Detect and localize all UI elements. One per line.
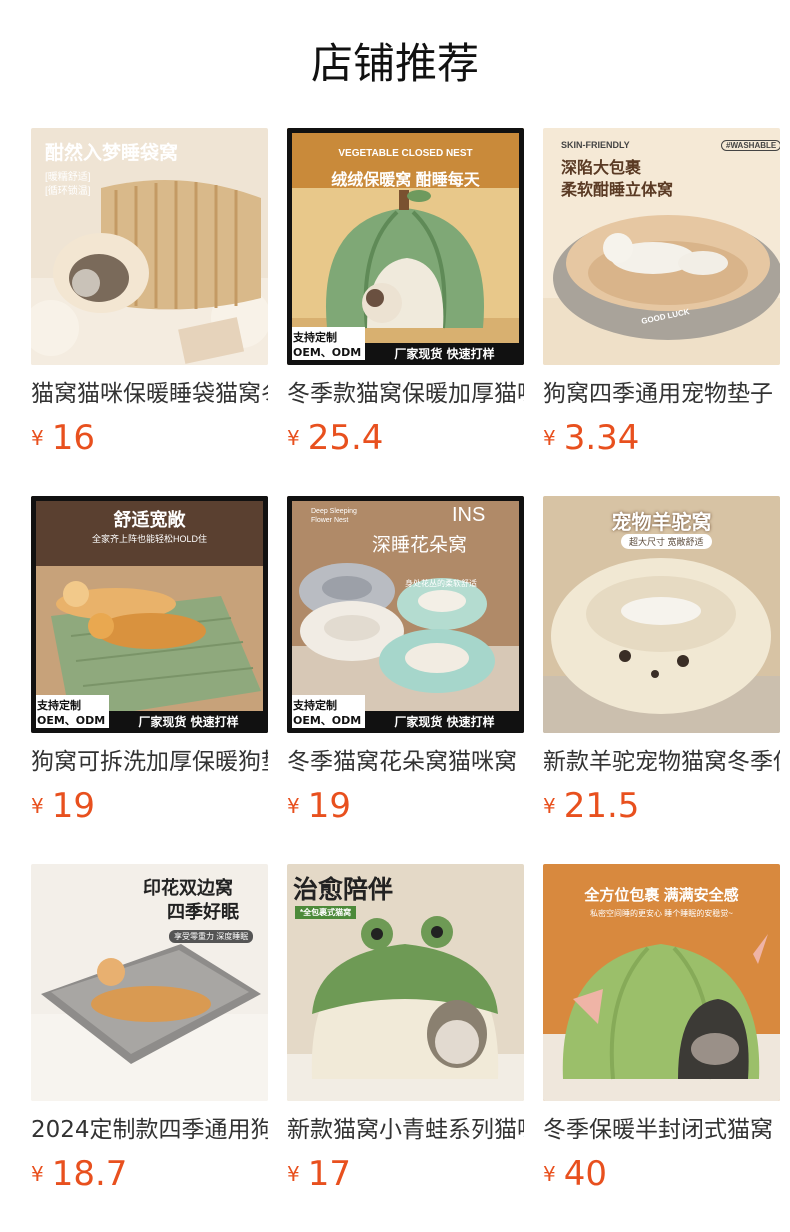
image-subtext: 享受零重力 深度睡眠 bbox=[169, 930, 254, 943]
image-headline: 四季好眠 bbox=[167, 902, 239, 922]
image-headline: 酣然入梦睡袋窝 bbox=[45, 143, 179, 164]
badge-line: OEM、ODM bbox=[293, 346, 362, 359]
product-name[interactable]: 新款猫窝小青蛙系列猫咪窝 bbox=[287, 1110, 524, 1150]
product-price: ¥18.7 bbox=[31, 1152, 127, 1196]
product-price: ¥16 bbox=[31, 416, 95, 460]
product-image-6[interactable]: 宠物羊驼窝 超大尺寸 宽敞舒适 bbox=[543, 496, 780, 733]
custom-badge: 支持定制 OEM、ODM bbox=[31, 695, 109, 733]
product-name[interactable]: 冬季保暖半封闭式猫窝 bbox=[543, 1110, 780, 1150]
product-image-5[interactable]: Deep Sleeping Flower Nest INS 深睡花朵窝 身处花丛… bbox=[287, 496, 524, 733]
product-price: ¥25.4 bbox=[287, 416, 383, 460]
custom-badge: 支持定制 OEM、ODM bbox=[287, 695, 365, 733]
price-value: 19 bbox=[307, 786, 351, 826]
image-toptext: VEGETABLE CLOSED NEST bbox=[338, 148, 473, 159]
product-name[interactable]: 冬季款猫窝保暖加厚猫咪窝 bbox=[287, 374, 524, 414]
product-card-1[interactable]: 酣然入梦睡袋窝 [暖糯舒适] [循环锁温] 猫窝猫咪保暖睡袋猫窝冬季加厚 ¥16 bbox=[31, 128, 268, 458]
image-subtext: *全包裹式猫窝 bbox=[295, 906, 357, 919]
product-card-8[interactable]: 治愈陪伴 *全包裹式猫窝 新款猫窝小青蛙系列猫咪窝 ¥17 bbox=[287, 864, 524, 1194]
product-name[interactable]: 狗窝可拆洗加厚保暖狗垫 bbox=[31, 742, 268, 782]
yen-icon: ¥ bbox=[543, 426, 556, 450]
yen-icon: ¥ bbox=[31, 794, 44, 818]
factory-badge: 厂家现货 快速打样 bbox=[109, 711, 268, 733]
product-price: ¥3.34 bbox=[543, 416, 639, 460]
image-headline: 舒适宽敞 bbox=[113, 510, 186, 530]
badge-line: 支持定制 bbox=[37, 699, 81, 712]
image-subtext: 私密空间睡的更安心 睡个睡眠的安稳觉~ bbox=[590, 909, 733, 918]
price-value: 17 bbox=[307, 1154, 351, 1194]
product-image-7[interactable]: 印花双边窝 四季好眠 享受零重力 深度睡眠 bbox=[31, 864, 268, 1101]
image-headline: 柔软酣睡立体窝 bbox=[561, 182, 674, 199]
product-name[interactable]: 狗窝四季通用宠物垫子 bbox=[543, 374, 780, 414]
image-headline: 宠物羊驼窝 bbox=[611, 512, 712, 534]
product-card-3[interactable]: SKIN-FRIENDLY #WASHABLE 深陷大包裹 柔软酣睡立体窝 GO… bbox=[543, 128, 780, 458]
price-value: 16 bbox=[51, 418, 95, 458]
product-card-9[interactable]: 全方位包裹 满满安全感 私密空间睡的更安心 睡个睡眠的安稳觉~ 冬季保暖半封闭式… bbox=[543, 864, 780, 1194]
product-image-3[interactable]: SKIN-FRIENDLY #WASHABLE 深陷大包裹 柔软酣睡立体窝 GO… bbox=[543, 128, 780, 365]
badge-line: 支持定制 bbox=[293, 699, 337, 712]
factory-badge: 厂家现货 快速打样 bbox=[365, 343, 524, 365]
image-subtext: 身处花丛的柔软舒适 bbox=[405, 579, 477, 588]
image-headline: 全方位包裹 满满安全感 bbox=[584, 887, 739, 904]
product-card-7[interactable]: 印花双边窝 四季好眠 享受零重力 深度睡眠 2024定制款四季通用狗窝 ¥18.… bbox=[31, 864, 268, 1194]
product-price: ¥19 bbox=[31, 784, 95, 828]
image-toptext: Deep Sleeping bbox=[311, 508, 357, 515]
price-value: 19 bbox=[51, 786, 95, 826]
yen-icon: ¥ bbox=[543, 1162, 556, 1186]
product-price: ¥21.5 bbox=[543, 784, 639, 828]
product-price: ¥40 bbox=[543, 1152, 607, 1196]
product-price: ¥19 bbox=[287, 784, 351, 828]
price-value: 40 bbox=[563, 1154, 607, 1194]
price-value: 21.5 bbox=[563, 786, 640, 826]
image-toptext: Flower Nest bbox=[311, 517, 349, 524]
image-headline: 治愈陪伴 bbox=[293, 876, 394, 904]
yen-icon: ¥ bbox=[287, 426, 300, 450]
badge-line: 支持定制 bbox=[293, 331, 337, 344]
image-subtext: 全家齐上阵也能轻松HOLD住 bbox=[91, 534, 207, 544]
product-image-2[interactable]: VEGETABLE CLOSED NEST 绒绒保暖窝 酣睡每天 支持定制 OE… bbox=[287, 128, 524, 365]
custom-badge: 支持定制 OEM、ODM bbox=[287, 327, 365, 365]
product-image-9[interactable]: 全方位包裹 满满安全感 私密空间睡的更安心 睡个睡眠的安稳觉~ bbox=[543, 864, 780, 1101]
factory-badge: 厂家现货 快速打样 bbox=[365, 711, 524, 733]
price-value: 25.4 bbox=[307, 418, 384, 458]
product-card-4[interactable]: 舒适宽敞 全家齐上阵也能轻松HOLD住 支持定制 OEM、ODM 厂家现货 快速… bbox=[31, 496, 268, 826]
badge-line: OEM、ODM bbox=[293, 714, 362, 727]
product-name[interactable]: 新款羊驼宠物猫窝冬季保暖 bbox=[543, 742, 780, 782]
product-card-6[interactable]: 宠物羊驼窝 超大尺寸 宽敞舒适 新款羊驼宠物猫窝冬季保暖 ¥21.5 bbox=[543, 496, 780, 826]
image-subtext: [循环锁温] bbox=[45, 186, 91, 197]
price-value: 18.7 bbox=[51, 1154, 128, 1194]
badge-line: OEM、ODM bbox=[37, 714, 106, 727]
yen-icon: ¥ bbox=[31, 426, 44, 450]
yen-icon: ¥ bbox=[287, 794, 300, 818]
product-name[interactable]: 猫窝猫咪保暖睡袋猫窝冬季加厚 bbox=[31, 374, 268, 414]
product-price: ¥17 bbox=[287, 1152, 351, 1196]
image-tag: #WASHABLE bbox=[721, 140, 780, 151]
product-name[interactable]: 冬季猫窝花朵窝猫咪窝 bbox=[287, 742, 524, 782]
yen-icon: ¥ bbox=[543, 794, 556, 818]
product-card-5[interactable]: Deep Sleeping Flower Nest INS 深睡花朵窝 身处花丛… bbox=[287, 496, 524, 826]
image-headline: 深睡花朵窝 bbox=[372, 535, 468, 556]
yen-icon: ¥ bbox=[287, 1162, 300, 1186]
product-image-1[interactable]: 酣然入梦睡袋窝 [暖糯舒适] [循环锁温] bbox=[31, 128, 268, 365]
price-value: 3.34 bbox=[563, 418, 640, 458]
image-headline: 绒绒保暖窝 酣睡每天 bbox=[331, 172, 480, 189]
product-name[interactable]: 2024定制款四季通用狗窝 bbox=[31, 1110, 268, 1150]
product-image-8[interactable]: 治愈陪伴 *全包裹式猫窝 bbox=[287, 864, 524, 1101]
product-card-2[interactable]: VEGETABLE CLOSED NEST 绒绒保暖窝 酣睡每天 支持定制 OE… bbox=[287, 128, 524, 458]
image-tag: INS bbox=[452, 504, 486, 526]
image-toptext: SKIN-FRIENDLY bbox=[561, 140, 630, 150]
image-headline: 印花双边窝 bbox=[143, 878, 233, 898]
product-grid: 酣然入梦睡袋窝 [暖糯舒适] [循环锁温] 猫窝猫咪保暖睡袋猫窝冬季加厚 ¥16 bbox=[0, 0, 790, 1232]
product-image-4[interactable]: 舒适宽敞 全家齐上阵也能轻松HOLD住 支持定制 OEM、ODM 厂家现货 快速… bbox=[31, 496, 268, 733]
image-subtext: [暖糯舒适] bbox=[45, 172, 91, 183]
yen-icon: ¥ bbox=[31, 1162, 44, 1186]
image-subtext: 超大尺寸 宽敞舒适 bbox=[621, 534, 712, 549]
image-headline: 深陷大包裹 bbox=[561, 160, 642, 177]
